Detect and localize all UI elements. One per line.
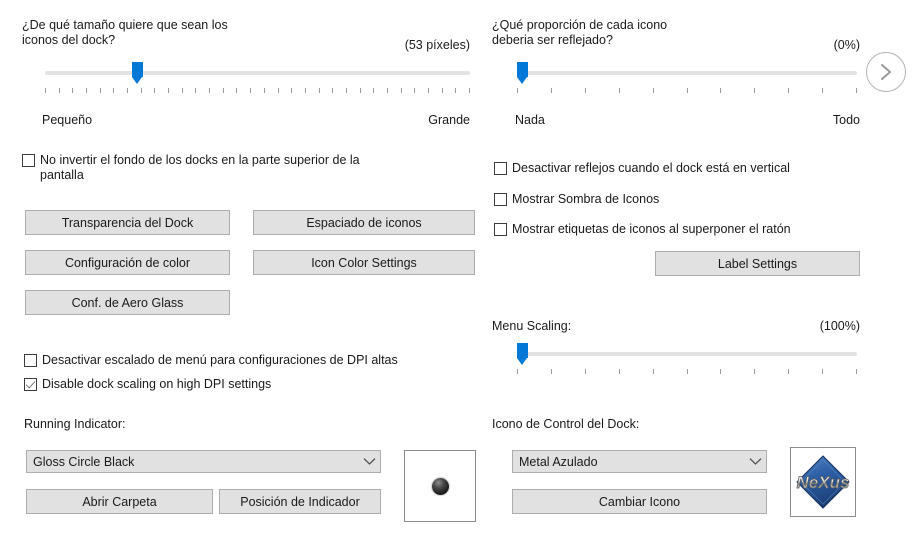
- open-folder-button[interactable]: Abrir Carpeta: [26, 489, 213, 514]
- icon-size-value: (53 píxeles): [404, 38, 470, 52]
- running-indicator-select[interactable]: Gloss Circle Black: [26, 450, 381, 473]
- checkbox-box[interactable]: [24, 354, 37, 367]
- icon-size-max-label: Grande: [428, 113, 470, 127]
- color-configuration-button[interactable]: Configuración de color: [25, 250, 230, 275]
- checkbox-box[interactable]: [24, 378, 37, 391]
- indicator-position-button[interactable]: Posición de Indicador: [219, 489, 381, 514]
- checkbox-label: Desactivar escalado de menú para configu…: [42, 353, 398, 367]
- running-indicator-preview: [404, 450, 476, 522]
- reflection-slider[interactable]: [517, 62, 857, 96]
- icon-size-min-label: Pequeño: [42, 113, 93, 127]
- reflection-slider-thumb[interactable]: [517, 62, 528, 84]
- chevron-right-icon: [881, 64, 891, 80]
- dock-control-icon-title: Icono de Control del Dock:: [492, 417, 640, 431]
- checkbox-label: Mostrar Sombra de Iconos: [512, 192, 660, 206]
- nexus-logo-icon: NeXus: [794, 453, 852, 511]
- reflection-max-label: Todo: [832, 113, 860, 127]
- nexus-wordmark: NeXus: [797, 473, 850, 492]
- checkbox-disable-menu-scaling-high-dpi[interactable]: Desactivar escalado de menú para configu…: [24, 353, 398, 368]
- chevron-down-icon[interactable]: [358, 457, 380, 466]
- running-indicator-selected-value: Gloss Circle Black: [33, 454, 135, 469]
- checkbox-box[interactable]: [494, 162, 507, 175]
- reflection-value: (0%): [833, 38, 860, 52]
- gloss-circle-black-icon: [431, 477, 449, 495]
- checkbox-box[interactable]: [494, 223, 507, 236]
- reflection-min-label: Nada: [515, 113, 545, 127]
- menu-scaling-value: (100%): [819, 319, 860, 333]
- checkbox-show-icon-shadow[interactable]: Mostrar Sombra de Iconos: [494, 192, 659, 207]
- dock-control-icon-preview: NeXus: [790, 447, 856, 517]
- dock-transparency-button[interactable]: Transparencia del Dock: [25, 210, 230, 235]
- checkbox-box[interactable]: [22, 154, 35, 167]
- icon-size-slider-thumb[interactable]: [131, 62, 143, 84]
- checkbox-label: Desactivar reflejos cuando el dock está …: [512, 161, 790, 175]
- icon-size-slider-ticks: [45, 88, 470, 94]
- reflection-slider-ticks: [517, 88, 857, 94]
- checkbox-disable-dock-scaling-high-dpi[interactable]: Disable dock scaling on high DPI setting…: [24, 377, 271, 392]
- icon-color-settings-button[interactable]: Icon Color Settings: [253, 250, 475, 275]
- icon-size-slider-track[interactable]: [45, 71, 470, 75]
- change-icon-button[interactable]: Cambiar Icono: [512, 489, 767, 514]
- dock-control-icon-select[interactable]: Metal Azulado: [512, 450, 767, 473]
- menu-scaling-slider-track[interactable]: [517, 352, 857, 356]
- checkbox-disable-reflections-vertical-dock[interactable]: Desactivar reflejos cuando el dock está …: [494, 161, 790, 176]
- checkbox-box[interactable]: [494, 193, 507, 206]
- checkbox-label: No invertir el fondo de los docks en la …: [40, 153, 360, 182]
- icon-spacing-button[interactable]: Espaciado de iconos: [253, 210, 475, 235]
- menu-scaling-slider-thumb[interactable]: [517, 343, 528, 365]
- checkbox-show-icon-labels-on-hover[interactable]: Mostrar etiquetas de iconos al superpone…: [494, 222, 791, 237]
- menu-scaling-title: Menu Scaling:: [492, 319, 572, 333]
- running-indicator-title: Running Indicator:: [24, 417, 126, 431]
- menu-scaling-slider-ticks: [517, 369, 857, 375]
- icon-size-slider[interactable]: [45, 62, 470, 96]
- chevron-down-icon[interactable]: [744, 457, 766, 466]
- aero-glass-config-button[interactable]: Conf. de Aero Glass: [25, 290, 230, 315]
- checkbox-label: Mostrar etiquetas de iconos al superpone…: [512, 222, 791, 236]
- menu-scaling-slider[interactable]: [517, 343, 857, 377]
- checkbox-no-invert-dock-background[interactable]: No invertir el fondo de los docks en la …: [22, 153, 462, 183]
- next-page-button[interactable]: [866, 52, 906, 92]
- icon-size-question-label: ¿De qué tamaño quiere que sean los icono…: [22, 18, 228, 47]
- checkbox-label: Disable dock scaling on high DPI setting…: [42, 377, 272, 391]
- dock-control-icon-selected-value: Metal Azulado: [519, 454, 598, 469]
- reflection-slider-track[interactable]: [517, 71, 857, 75]
- label-settings-button[interactable]: Label Settings: [655, 251, 860, 276]
